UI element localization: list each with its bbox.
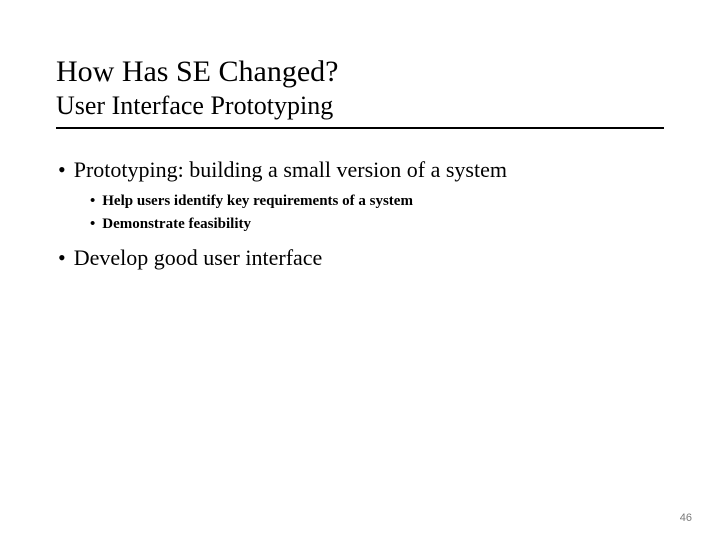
bullet-text: Demonstrate feasibility [102, 213, 251, 236]
list-item: Prototyping: building a small version of… [58, 155, 664, 185]
bullet-text: Help users identify key requirements of … [102, 190, 413, 213]
list-item: Develop good user interface [58, 243, 664, 273]
slide-title: How Has SE Changed? [56, 54, 664, 90]
title-underline [56, 127, 664, 129]
bullet-list-level1: Prototyping: building a small version of… [58, 155, 664, 185]
slide-content: How Has SE Changed? User Interface Proto… [0, 0, 720, 273]
list-item: Help users identify key requirements of … [90, 190, 664, 213]
page-number: 46 [680, 512, 692, 524]
bullet-list-level1: Develop good user interface [58, 243, 664, 273]
bullet-text: Develop good user interface [74, 243, 323, 273]
bullet-text: Prototyping: building a small version of… [74, 155, 507, 185]
list-item: Demonstrate feasibility [90, 213, 664, 236]
bullet-list-level2: Help users identify key requirements of … [90, 190, 664, 235]
slide-subtitle: User Interface Prototyping [56, 90, 664, 125]
